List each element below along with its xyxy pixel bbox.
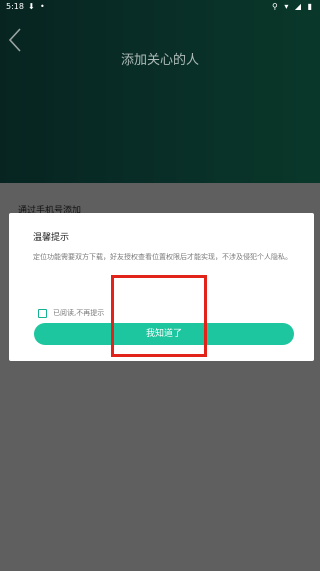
dialog-message: 定位功能需要双方下载，好友授权查看位置权限后才能实现，不涉及侵犯个人隐私。 [33, 253, 292, 261]
status-time: 5:18 [6, 2, 24, 11]
download-icon: ⬇ [28, 2, 35, 11]
page-header [0, 0, 320, 183]
highlight-annotation-box [111, 275, 207, 357]
dont-show-again-label: 已阅读,不再提示 [53, 309, 105, 317]
status-bar: 5:18 ⬇ • ⚲ ▾ ◢ ▮ [0, 0, 320, 13]
status-icons: ⚲ ▾ ◢ ▮ [271, 2, 314, 11]
page-title: 添加关心的人 [120, 53, 199, 68]
notification-dot-icon: • [40, 2, 45, 11]
dialog-title: 温馨提示 [33, 233, 70, 243]
dont-show-again-row[interactable]: 已阅读,不再提示 [38, 307, 104, 319]
dont-show-again-checkbox[interactable] [38, 308, 47, 318]
